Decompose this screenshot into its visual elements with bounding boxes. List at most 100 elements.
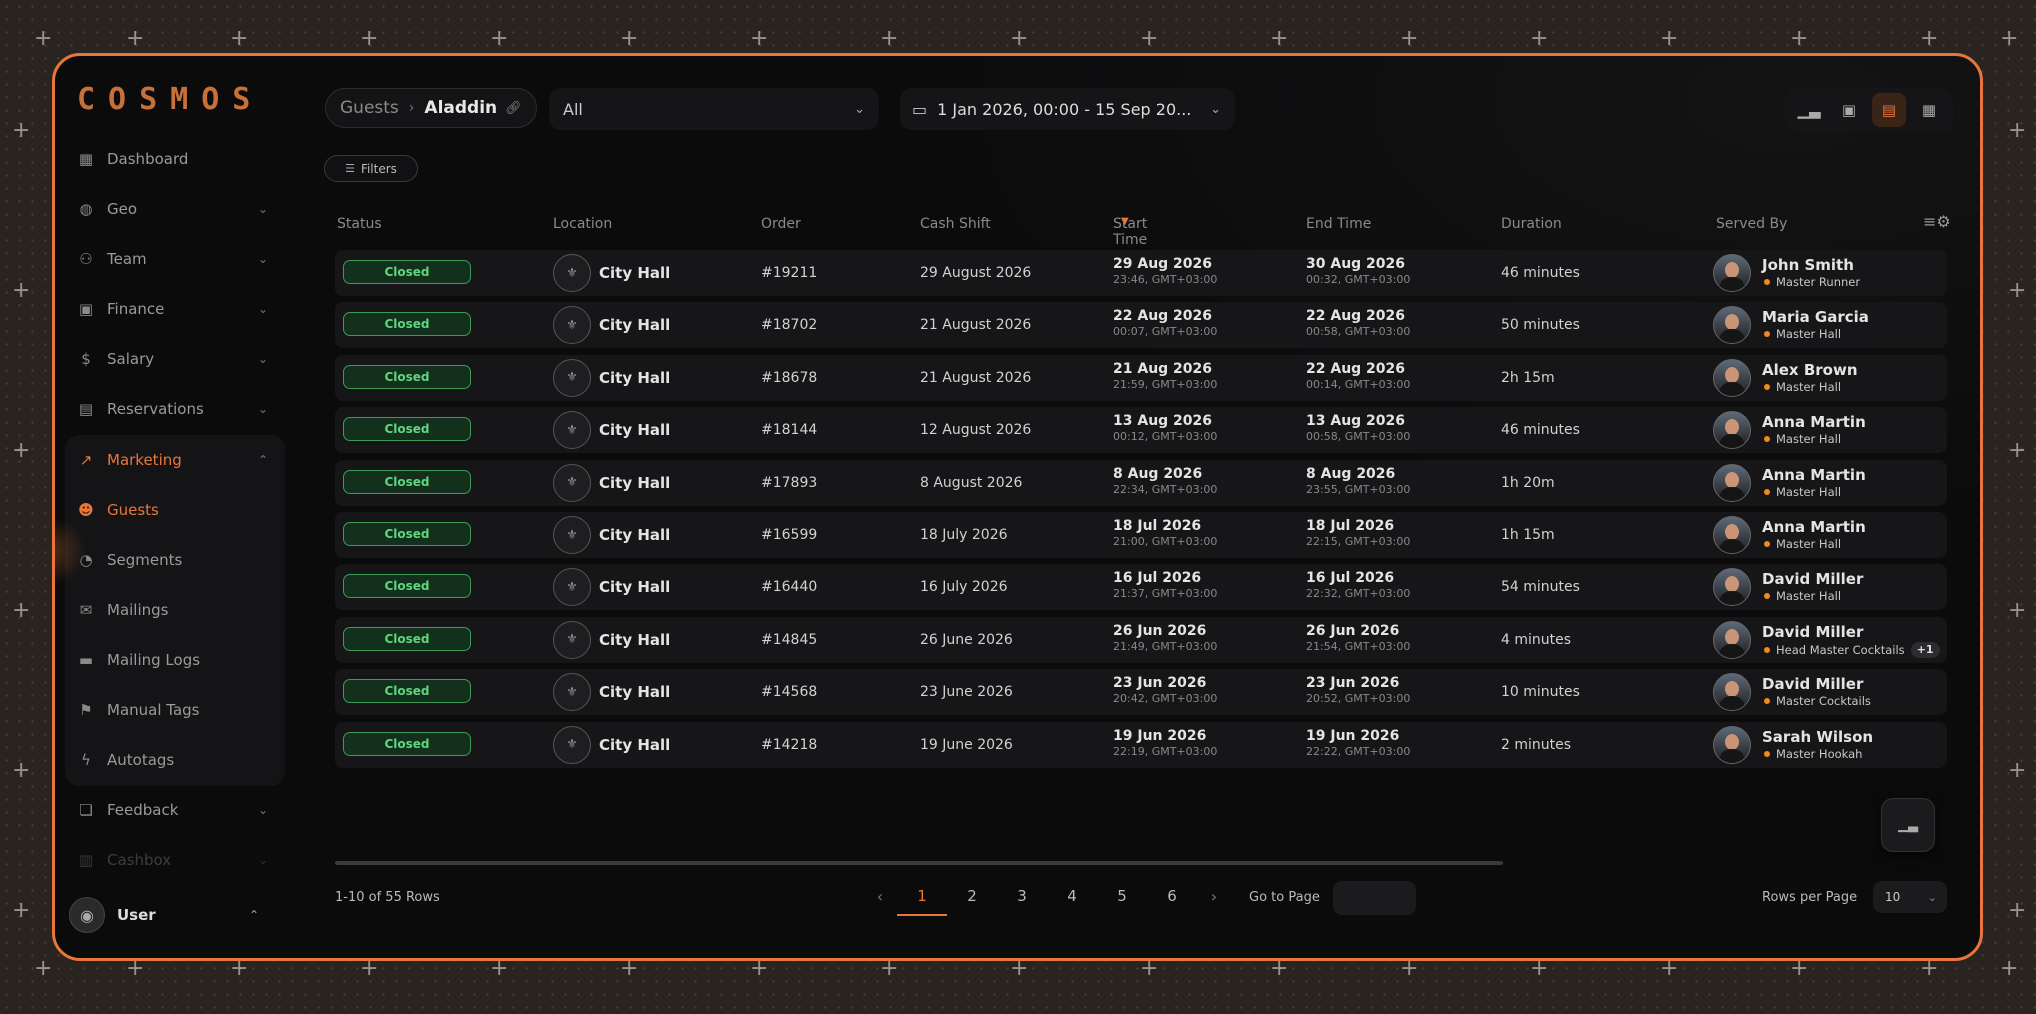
horizontal-scrollbar[interactable] [335, 861, 1503, 865]
chevron-down-icon: ⌄ [257, 302, 268, 316]
table-row[interactable]: Closed ⚜ City Hall #14568 23 June 2026 23 Jun… [335, 669, 1947, 716]
header-location[interactable]: Location [553, 216, 612, 232]
chart-toggle-button[interactable]: ▁▃ [1881, 798, 1935, 852]
order-number[interactable]: #18702 [761, 302, 817, 348]
chevron-down-icon: ⌄ [257, 202, 268, 216]
order-number[interactable]: #16440 [761, 564, 817, 610]
order-number[interactable]: #18678 [761, 355, 817, 401]
chevron-up-icon: ⌃ [257, 453, 268, 467]
location-name: City Hall [599, 526, 671, 544]
start-clock: 21:59, GMT+03:00 [1113, 377, 1218, 391]
end-date: 26 Jun 2026 [1306, 622, 1400, 639]
guests-icon: ☻ [78, 501, 94, 519]
order-number[interactable]: #19211 [761, 250, 817, 296]
sidebar-item-team[interactable]: ⚇ Team ⌄ [65, 239, 280, 279]
end-time: 22 Aug 2026 00:14, GMT+03:00 [1306, 361, 1410, 392]
start-date: 21 Aug 2026 [1113, 360, 1213, 377]
header-order[interactable]: Order [761, 216, 801, 232]
location-name: City Hall [599, 368, 671, 387]
served-by-name: David Miller [1762, 622, 1864, 641]
column-settings-icon[interactable]: ≡⚙ [1923, 212, 1951, 231]
date-range-picker[interactable]: ▭ 1 Jan 2026, 00:00 - 15 Sep 20... ⌄ [900, 88, 1235, 130]
table-row[interactable]: Closed ⚜ City Hall #17893 8 August 2026 8 Aug… [335, 459, 1947, 506]
start-time: 21 Aug 2026 21:59, GMT+03:00 [1113, 361, 1217, 392]
salary-icon: $ [81, 350, 91, 368]
page-5[interactable]: 5 [1097, 876, 1147, 916]
page-6[interactable]: 6 [1147, 876, 1197, 916]
header-served-by[interactable]: Served By [1716, 216, 1787, 232]
marketing-icon: ↗ [79, 451, 93, 469]
status-badge: Closed [343, 312, 471, 337]
order-number[interactable]: #16599 [761, 512, 817, 558]
sidebar-item-salary[interactable]: $ Salary ⌄ [65, 339, 280, 379]
end-time: 26 Jun 2026 21:54, GMT+03:00 [1306, 623, 1410, 654]
sidebar-item-autotags[interactable]: ϟ Autotags [65, 740, 280, 780]
sidebar-item-segments[interactable]: ◔ Segments [65, 540, 280, 580]
table-row[interactable]: Closed ⚜ City Hall #16599 18 July 2026 18 Jul… [335, 512, 1947, 558]
filters-button[interactable]: ☰ Filters [324, 155, 418, 182]
start-clock: 21:37, GMT+03:00 [1113, 587, 1218, 601]
sidebar-item-feedback[interactable]: ❏ Feedback ⌄ [65, 790, 280, 830]
page-2[interactable]: 2 [947, 876, 997, 916]
table-row[interactable]: Closed ⚜ City Hall #19211 29 August 2026 29 A… [335, 250, 1947, 296]
order-number[interactable]: #14218 [761, 722, 817, 768]
page-4[interactable]: 4 [1047, 876, 1097, 916]
breadcrumb-parent[interactable]: Guests [340, 98, 399, 118]
order-number[interactable]: #14568 [761, 669, 817, 715]
start-time: 29 Aug 2026 23:46, GMT+03:00 [1113, 256, 1217, 287]
header-duration[interactable]: Duration [1501, 216, 1562, 232]
role-dot-icon [1764, 541, 1770, 547]
start-clock: 00:12, GMT+03:00 [1113, 430, 1218, 444]
table-row[interactable]: Closed ⚜ City Hall #18678 21 August 2026 21 A… [335, 354, 1947, 401]
sidebar-item-manual-tags[interactable]: ⚑ Manual Tags [65, 690, 280, 730]
sidebar-item-dashboard[interactable]: ▦ Dashboard [65, 139, 280, 179]
sidebar-item-reservations[interactable]: ▤ Reservations ⌄ [65, 389, 280, 429]
chevron-left-icon[interactable]: ‹ [863, 887, 897, 906]
schedule-view-icon[interactable]: ▦ [1912, 93, 1946, 127]
table-row[interactable]: Closed ⚜ City Hall #18702 21 August 2026 22 A… [335, 302, 1947, 349]
pagination: ‹ 1 2 3 4 5 6 › [863, 876, 1231, 916]
table-row[interactable]: Closed ⚜ City Hall #14218 19 June 2026 19 Jun… [335, 721, 1947, 768]
end-date: 23 Jun 2026 [1306, 675, 1400, 692]
sidebar-item-finance[interactable]: ▣ Finance ⌄ [65, 289, 280, 329]
chevron-down-icon: ⌄ [257, 252, 268, 266]
location-select[interactable]: All ⌄ [549, 88, 879, 130]
page-3[interactable]: 3 [997, 876, 1047, 916]
end-clock: 22:32, GMT+03:00 [1306, 587, 1411, 601]
header-status[interactable]: Status [337, 216, 382, 232]
table-row[interactable]: Closed ⚜ City Hall #14845 26 June 2026 26 Jun… [335, 616, 1947, 663]
sidebar-item-geo[interactable]: ◍ Geo ⌄ [65, 189, 280, 229]
chart-view-icon[interactable]: ▁▃ [1792, 93, 1826, 127]
header-cash-shift[interactable]: Cash Shift [920, 216, 991, 232]
header-end-time[interactable]: End Time [1306, 216, 1371, 232]
sidebar-item-guests[interactable]: ☻ Guests [65, 490, 280, 530]
table-view-icon[interactable]: ▤ [1872, 93, 1906, 127]
avatar [1713, 725, 1751, 764]
sidebar-item-mailing-logs[interactable]: ▬ Mailing Logs [65, 640, 280, 680]
page-1[interactable]: 1 [897, 876, 947, 916]
rows-per-page-select[interactable]: 10 ⌄ [1873, 881, 1947, 913]
link-icon[interactable]: 🔗︎ [505, 101, 522, 116]
table-row[interactable]: Closed ⚜ City Hall #18144 12 August 2026 13 A… [335, 407, 1947, 454]
sidebar-item-marketing[interactable]: ↗ Marketing ⌃ [65, 440, 280, 480]
served-by-name: David Miller [1762, 675, 1864, 694]
order-number[interactable]: #17893 [761, 460, 817, 506]
extra-roles-badge[interactable]: +1 [1910, 641, 1940, 658]
chevron-right-icon[interactable]: › [1197, 887, 1231, 906]
goto-page-input[interactable] [1333, 881, 1416, 915]
sidebar: COSMOS ▦ Dashboard ◍ Geo ⌄ ⚇ Team ⌄ ▣ Finance ⌄… [55, 56, 295, 958]
table-row[interactable]: Closed ⚜ City Hall #16440 16 July 2026 16 Jul… [335, 564, 1947, 611]
sidebar-item-cashbox[interactable]: ▥ Cashbox ⌄ [65, 840, 280, 880]
chevron-down-icon: ⌄ [257, 853, 268, 867]
order-number[interactable]: #14845 [761, 617, 817, 663]
end-clock: 00:58, GMT+03:00 [1306, 430, 1411, 444]
role-dot-icon [1764, 593, 1770, 600]
user-menu[interactable]: ◉ User ⌃ [69, 894, 279, 936]
calendar-view-icon[interactable]: ▣ [1832, 93, 1866, 127]
order-number[interactable]: #18144 [761, 407, 817, 453]
location-logo-icon: ⚜ [553, 306, 591, 345]
sidebar-item-mailings[interactable]: ✉ Mailings [65, 590, 280, 630]
chevron-up-icon: ⌃ [248, 908, 259, 922]
duration: 50 minutes [1501, 317, 1580, 334]
location-name: City Hall [599, 316, 671, 335]
